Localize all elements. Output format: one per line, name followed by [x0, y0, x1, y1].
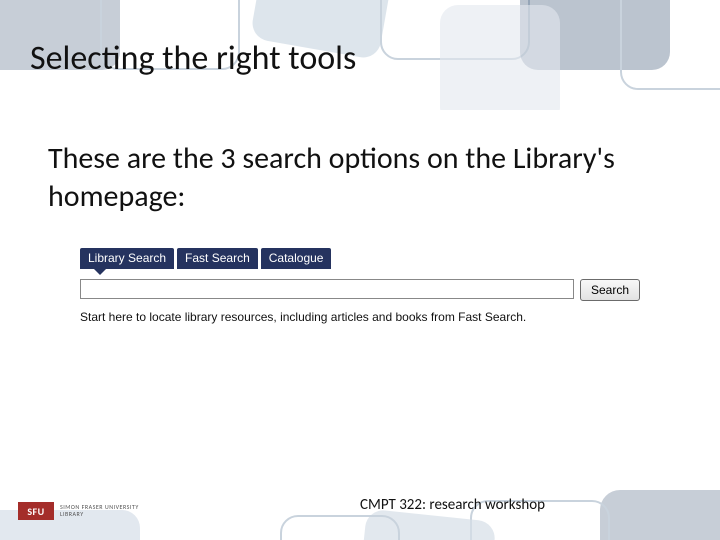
- sfu-logo-caption: SIMON FRASER UNIVERSITY LIBRARY: [60, 504, 139, 517]
- search-help-text: Start here to locate library resources, …: [80, 309, 570, 325]
- library-search-widget: Library Search Fast Search Catalogue Sea…: [80, 248, 640, 325]
- search-input[interactable]: [80, 279, 574, 299]
- search-button[interactable]: Search: [580, 279, 640, 301]
- slide-body-text: These are the 3 search options on the Li…: [48, 140, 660, 215]
- sfu-logo-box: SFU: [18, 502, 54, 520]
- sfu-logo: SFU SIMON FRASER UNIVERSITY LIBRARY: [18, 502, 139, 520]
- slide-footer: SFU SIMON FRASER UNIVERSITY LIBRARY CMPT…: [0, 480, 720, 540]
- slide: Selecting the right tools These are the …: [0, 0, 720, 540]
- search-input-row: Search: [80, 279, 640, 301]
- tab-fast-search[interactable]: Fast Search: [177, 248, 258, 269]
- tab-catalogue[interactable]: Catalogue: [261, 248, 332, 269]
- search-tabs: Library Search Fast Search Catalogue: [80, 248, 640, 269]
- slide-title: Selecting the right tools: [30, 38, 356, 79]
- footer-course-label: CMPT 322: research workshop: [360, 496, 545, 514]
- tab-library-search[interactable]: Library Search: [80, 248, 174, 269]
